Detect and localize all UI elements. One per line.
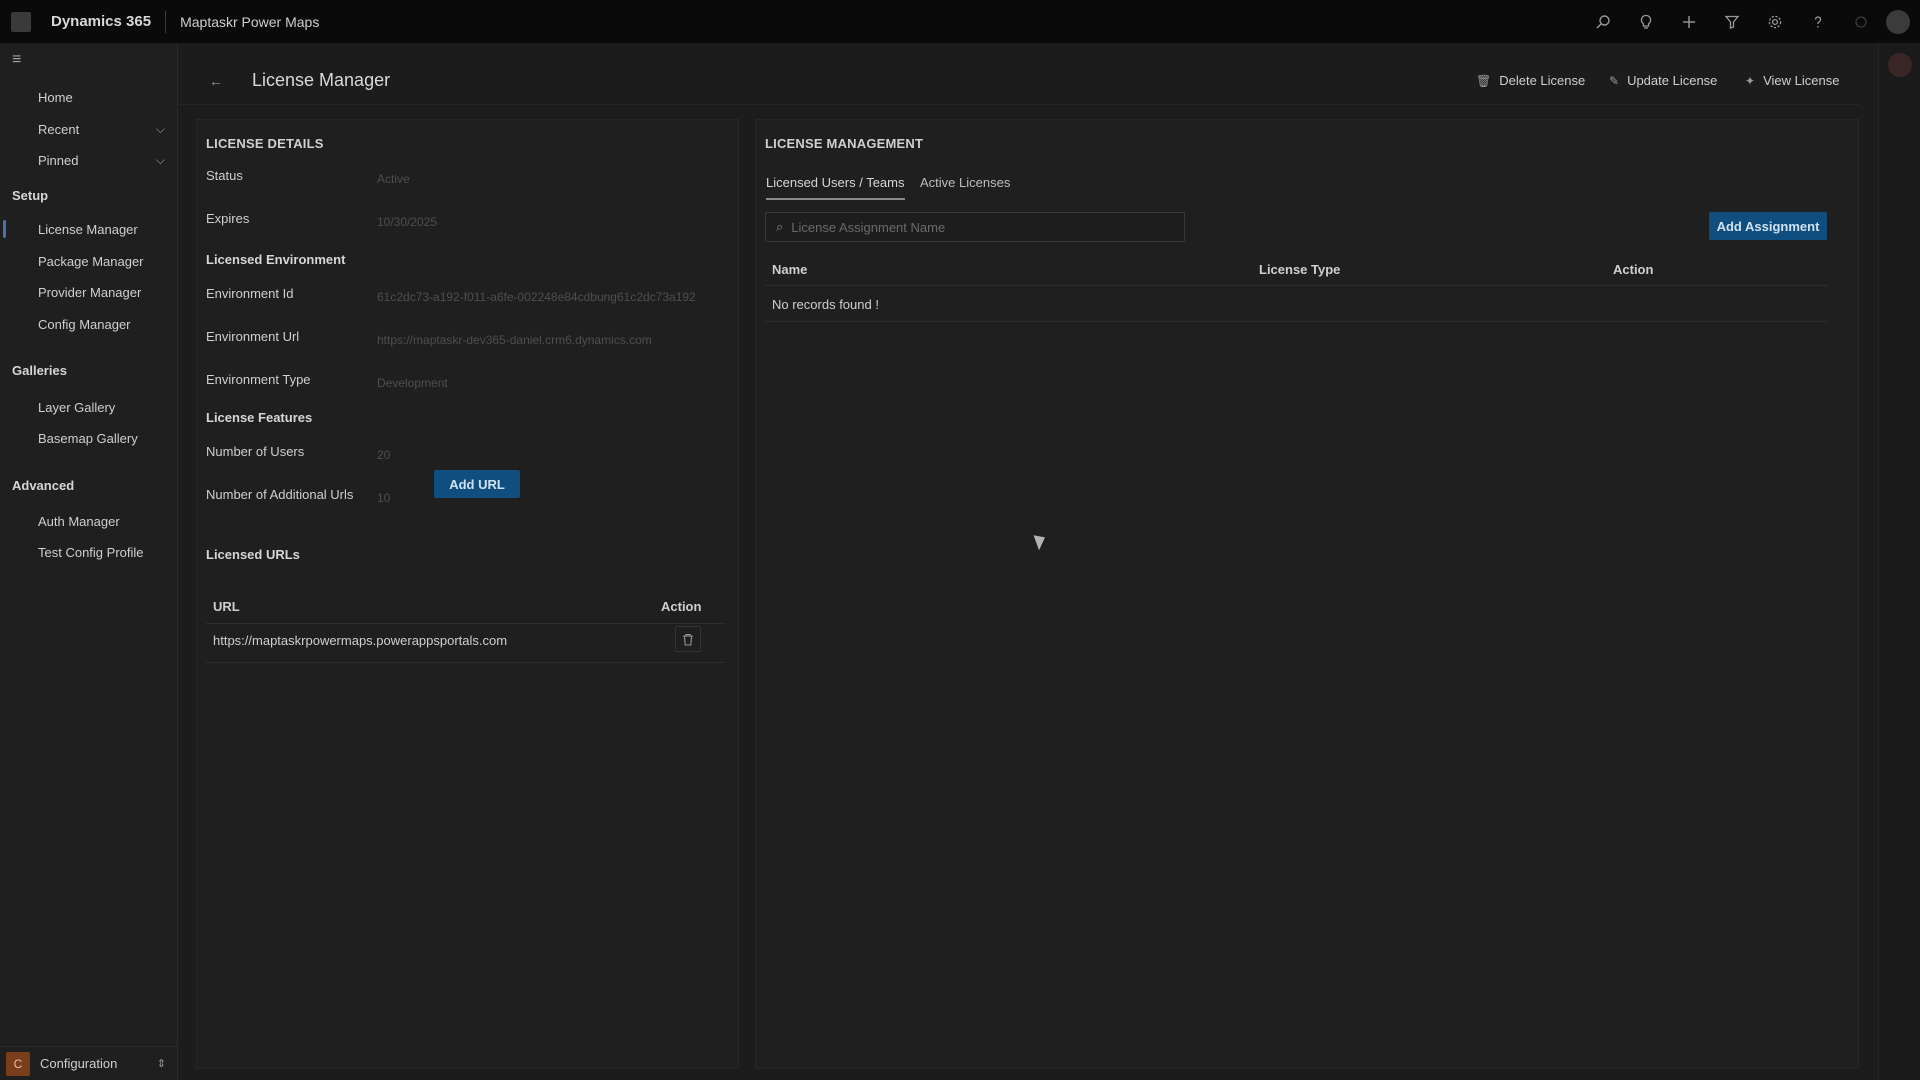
right-rail (1878, 43, 1920, 1080)
app-launcher-icon[interactable] (11, 11, 31, 32)
sidebar-section-setup: Setup (12, 188, 49, 203)
area-switcher[interactable]: C Configuration ⇕ (0, 1046, 178, 1080)
sidebar-item-basemap-gallery[interactable]: Basemap Gallery (38, 431, 138, 446)
chevron-down-icon[interactable]: ⌵ (156, 122, 165, 137)
environment-id-value: 61c2dc73-a192-f011-a6fe-002248e84cdbung6… (377, 290, 696, 304)
table-divider (765, 285, 1828, 286)
delete-license-button[interactable]: 🗑 Delete License (1476, 73, 1585, 88)
number-of-users-value: 20 (377, 448, 391, 462)
additional-urls-value: 10 (377, 491, 391, 505)
area-label: Configuration (40, 1056, 118, 1071)
search-icon: ⌕ (776, 219, 784, 234)
trash-icon: 🗑 (1476, 73, 1492, 88)
tab-licensed-users-teams[interactable]: Licensed Users / Teams (766, 175, 905, 200)
license-assignment-search[interactable]: ⌕ (765, 212, 1185, 242)
environment-type-label: Environment Type (206, 372, 311, 387)
topbar-actions (1581, 0, 1920, 43)
sidebar: ≡ Home Recent ⌵ Pinned ⌵ Setup License M… (0, 43, 178, 1080)
license-details-panel: LICENSE DETAILS Status Active Expires 10… (196, 119, 739, 1069)
gear-icon[interactable] (1753, 0, 1796, 43)
action-column-header: Action (661, 599, 702, 614)
plus-icon[interactable] (1667, 0, 1710, 43)
table-divider (765, 321, 1828, 322)
update-license-button[interactable]: ✎ Update License (1609, 73, 1717, 88)
delete-url-button[interactable] (675, 626, 701, 652)
chevron-down-icon[interactable]: ⌵ (156, 153, 165, 168)
sidebar-section-advanced: Advanced (12, 478, 75, 493)
update-license-label: Update License (1627, 73, 1718, 88)
environment-url-label: Environment Url (206, 329, 300, 344)
additional-urls-label: Number of Additional Urls (206, 487, 354, 502)
sidebar-item-auth-manager[interactable]: Auth Manager (38, 514, 120, 529)
chat-icon[interactable] (1839, 0, 1882, 43)
sparkle-icon: ✦ (1745, 73, 1756, 88)
sidebar-item-test-config-profile[interactable]: Test Config Profile (38, 545, 144, 560)
trash-icon (683, 633, 693, 646)
expires-value: 10/30/2025 (377, 215, 438, 229)
name-column-header: Name (772, 262, 808, 277)
main-content: ← License Manager 🗑 Delete License ✎ Upd… (179, 43, 1879, 1080)
sidebar-item-config-manager[interactable]: Config Manager (38, 317, 131, 332)
status-label: Status (206, 168, 243, 183)
sidebar-item-home[interactable]: Home (38, 90, 73, 105)
environment-type-value: Development (377, 376, 448, 390)
tab-active-licenses[interactable]: Active Licenses (920, 175, 1010, 198)
expires-label: Expires (206, 211, 250, 226)
add-url-button[interactable]: Add URL (434, 470, 520, 498)
active-indicator (3, 220, 6, 238)
empty-state-text: No records found ! (772, 297, 879, 312)
command-bar: ← License Manager 🗑 Delete License ✎ Upd… (179, 43, 1859, 105)
license-type-column-header: License Type (1259, 262, 1341, 277)
page-title: License Manager (252, 70, 391, 90)
chevron-up-down-icon: ⇕ (156, 1058, 166, 1070)
licensed-urls-heading: Licensed URLs (206, 547, 300, 562)
lightbulb-icon[interactable] (1624, 0, 1667, 43)
status-value: Active (377, 172, 410, 186)
license-features-heading: License Features (206, 410, 313, 425)
table-divider (206, 623, 725, 624)
area-badge: C (6, 1051, 30, 1076)
sidebar-item-pinned[interactable]: Pinned (38, 153, 78, 168)
delete-license-label: Delete License (1499, 73, 1586, 88)
app-name[interactable]: Maptaskr Power Maps (180, 14, 319, 30)
search-input[interactable] (791, 219, 1152, 235)
filter-icon[interactable] (1710, 0, 1753, 43)
help-icon[interactable] (1796, 0, 1839, 43)
url-column-header: URL (213, 599, 240, 614)
license-management-panel: LICENSE MANAGEMENT Licensed Users / Team… (755, 119, 1859, 1069)
back-arrow-icon[interactable]: ← (209, 73, 223, 89)
pencil-icon: ✎ (1609, 73, 1620, 88)
environment-id-label: Environment Id (206, 286, 294, 301)
sidebar-section-galleries: Galleries (12, 363, 67, 378)
hamburger-menu-icon[interactable]: ≡ (12, 52, 28, 68)
copilot-icon[interactable] (1888, 53, 1912, 77)
user-avatar[interactable] (1886, 9, 1910, 34)
add-assignment-button[interactable]: Add Assignment (1709, 212, 1827, 240)
sidebar-item-recent[interactable]: Recent (38, 122, 79, 137)
view-license-label: View License (1763, 73, 1840, 88)
url-cell: https://maptaskrpowermaps.powerappsporta… (213, 633, 508, 648)
top-bar: Dynamics 365 Maptaskr Power Maps (0, 0, 1920, 43)
environment-url-value: https://maptaskr-dev365-daniel.crm6.dyna… (377, 333, 652, 347)
view-license-button[interactable]: ✦ View License (1745, 73, 1839, 88)
search-icon[interactable] (1581, 0, 1624, 43)
license-details-heading: LICENSE DETAILS (206, 136, 324, 151)
sidebar-item-package-manager[interactable]: Package Manager (38, 254, 144, 269)
license-management-heading: LICENSE MANAGEMENT (765, 136, 924, 151)
brand-title[interactable]: Dynamics 365 (51, 13, 151, 30)
number-of-users-label: Number of Users (206, 444, 305, 459)
licensed-environment-heading: Licensed Environment (206, 252, 346, 267)
sidebar-item-license-manager[interactable]: License Manager (38, 222, 138, 237)
table-divider (206, 662, 725, 663)
topbar-divider (165, 10, 167, 33)
sidebar-item-provider-manager[interactable]: Provider Manager (38, 285, 141, 300)
sidebar-item-layer-gallery[interactable]: Layer Gallery (38, 400, 115, 415)
action-column-header: Action (1613, 262, 1654, 277)
